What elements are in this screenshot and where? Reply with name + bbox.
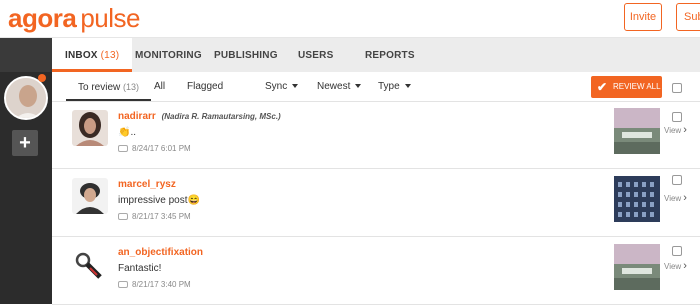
sort-newest-dropdown[interactable]: Newest	[317, 72, 361, 101]
tab-inbox[interactable]: INBOX (13)	[52, 38, 133, 72]
user-avatar	[72, 246, 108, 282]
message-text: Fantastic!	[118, 263, 162, 274]
item-checkbox[interactable]	[672, 246, 682, 256]
message-meta: 8/21/17 3:40 PM	[118, 280, 191, 289]
list-item[interactable]: an_objectifixation Fantastic! 8/21/17 3:…	[52, 238, 700, 305]
filter-all[interactable]: All	[154, 72, 165, 101]
list-item[interactable]: marcel_rysz impressive post😄 8/21/17 3:4…	[52, 170, 700, 237]
select-all-checkbox[interactable]	[672, 83, 682, 93]
invite-button[interactable]: Invite	[624, 3, 662, 31]
username[interactable]: nadirarr (Nadira R. Ramautarsing, MSc.)	[118, 111, 281, 122]
sync-dropdown[interactable]: Sync	[265, 72, 298, 101]
inbox-count: (13)	[100, 50, 120, 61]
view-link[interactable]: View	[664, 124, 687, 136]
review-all-button[interactable]: ✔ REVIEW ALL	[591, 76, 662, 98]
top-bar: agorapulse Invite Sub	[0, 0, 700, 38]
add-profile-button[interactable]: +	[12, 130, 38, 156]
type-dropdown[interactable]: Type	[378, 72, 411, 101]
view-link[interactable]: View	[664, 260, 687, 272]
comment-icon	[118, 281, 128, 289]
item-checkbox[interactable]	[672, 112, 682, 122]
notification-badge	[38, 74, 46, 82]
agorapulse-logo[interactable]: agora pulse	[8, 4, 140, 32]
user-avatar	[72, 110, 108, 146]
main-nav: INBOX (13) MONITORING PUBLISHING USERS R…	[52, 38, 700, 72]
tab-users[interactable]: USERS	[298, 38, 333, 72]
comment-icon	[118, 213, 128, 221]
post-thumbnail[interactable]	[614, 108, 660, 154]
username[interactable]: an_objectifixation	[118, 247, 203, 258]
checkmark-icon: ✔	[597, 80, 608, 94]
tab-monitoring[interactable]: MONITORING	[135, 38, 202, 72]
filter-to-review[interactable]: To review (13)	[66, 72, 152, 101]
item-checkbox[interactable]	[672, 175, 682, 185]
subscribe-button[interactable]: Sub	[676, 3, 700, 31]
filter-flagged[interactable]: Flagged	[187, 72, 223, 101]
list-item[interactable]: nadirarr (Nadira R. Ramautarsing, MSc.) …	[52, 102, 700, 169]
comment-icon	[118, 145, 128, 153]
username[interactable]: marcel_rysz	[118, 179, 176, 190]
post-thumbnail[interactable]	[614, 244, 660, 290]
view-link[interactable]: View	[664, 192, 687, 204]
tab-reports[interactable]: REPORTS	[365, 38, 415, 72]
profile-avatar[interactable]	[4, 76, 48, 120]
user-avatar	[72, 178, 108, 214]
message-meta: 8/24/17 6:01 PM	[118, 144, 191, 153]
message-meta: 8/21/17 3:45 PM	[118, 212, 191, 221]
message-text: impressive post😄	[118, 195, 200, 206]
sidebar-header	[0, 38, 52, 72]
post-thumbnail[interactable]	[614, 176, 660, 222]
message-text: 👏..	[118, 127, 137, 138]
tab-publishing[interactable]: PUBLISHING	[214, 38, 278, 72]
